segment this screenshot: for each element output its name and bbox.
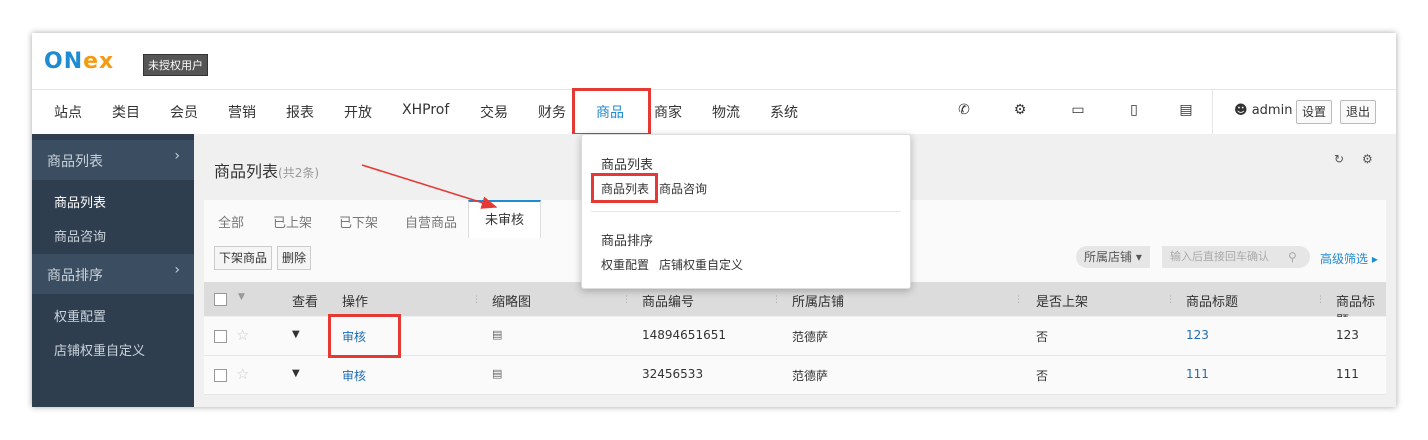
app-window: ONex 未授权用户 站点 类目 会员 营销 报表 开放 XHProf 交易 财… [32, 33, 1396, 407]
annotation-arrow [361, 164, 498, 209]
